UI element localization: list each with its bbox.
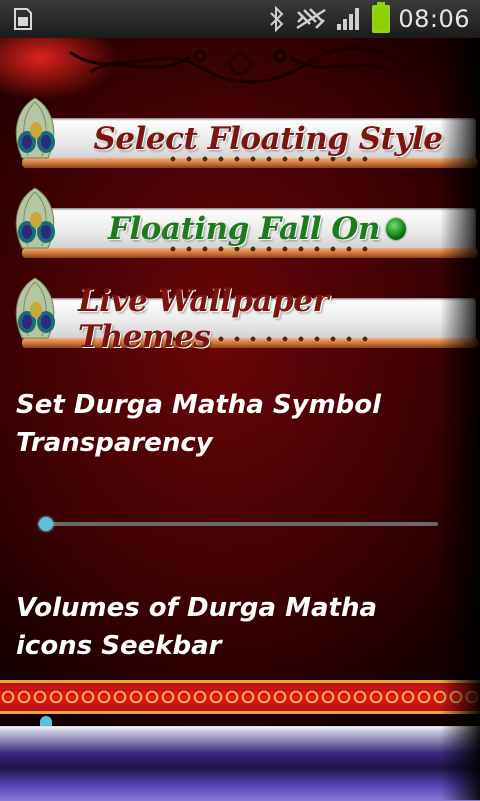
mute-icon [296, 8, 327, 30]
battery-icon [372, 2, 391, 33]
transparency-seekbar[interactable] [38, 514, 438, 534]
volume-seekbar-thumb[interactable] [40, 716, 52, 726]
volume-title: Volumes of Durga Matha icons Seekbar [16, 593, 378, 661]
bottom-banner[interactable] [0, 726, 480, 801]
transparency-title: Set Durga Matha Symbol Transparency [16, 390, 382, 458]
select-floating-style-label: Select Floating Style [93, 121, 443, 157]
app-screen: Select Floating Style Floating Fall On L… [0, 38, 480, 801]
toggle-on-indicator-icon[interactable] [386, 218, 406, 240]
signal-icon [337, 8, 360, 30]
seekbar-track [38, 522, 438, 526]
seekbar-thumb[interactable] [39, 517, 53, 531]
bluetooth-icon [270, 6, 284, 32]
peacock-feather-icon [15, 187, 55, 249]
decorative-border [0, 680, 480, 714]
live-wallpaper-themes-button[interactable]: Live Wallpaper Themes [8, 276, 478, 355]
peacock-feather-icon [15, 277, 55, 339]
floating-fall-toggle-button[interactable]: Floating Fall On [8, 186, 478, 258]
ornament-decoration [69, 46, 412, 84]
status-bar: 08:06 [0, 0, 480, 38]
select-floating-style-button[interactable]: Select Floating Style [8, 96, 478, 168]
live-wallpaper-themes-label: Live Wallpaper Themes [78, 283, 329, 355]
sim-card-icon [14, 8, 32, 30]
status-time: 08:06 [398, 5, 470, 33]
peacock-feather-icon [15, 97, 55, 159]
